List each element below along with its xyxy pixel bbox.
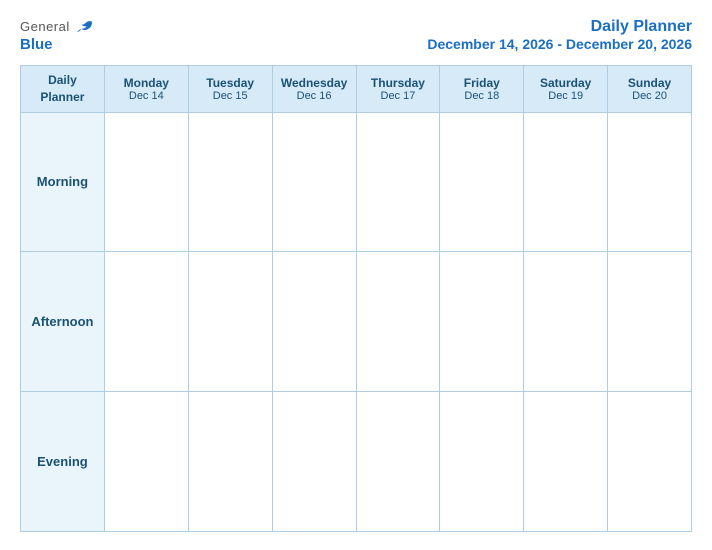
cell-saturday-evening[interactable] xyxy=(524,392,608,532)
cell-friday-afternoon[interactable] xyxy=(440,252,524,392)
logo-text: General xyxy=(20,18,94,36)
header-cell-label: DailyPlanner xyxy=(21,66,105,113)
header-cell-wednesday: Wednesday Dec 16 xyxy=(272,66,356,113)
cell-wednesday-afternoon[interactable] xyxy=(272,252,356,392)
row-label-morning: Morning xyxy=(21,112,105,252)
title-block: Daily Planner December 14, 2026 - Decemb… xyxy=(427,18,692,52)
cell-wednesday-morning[interactable] xyxy=(272,112,356,252)
cell-saturday-afternoon[interactable] xyxy=(524,252,608,392)
table-row-afternoon: Afternoon xyxy=(21,252,692,392)
cell-wednesday-evening[interactable] xyxy=(272,392,356,532)
header-cell-sunday: Sunday Dec 20 xyxy=(608,66,692,113)
table-row-evening: Evening xyxy=(21,392,692,532)
table-row-morning: Morning xyxy=(21,112,692,252)
cell-sunday-evening[interactable] xyxy=(608,392,692,532)
header-cell-friday: Friday Dec 18 xyxy=(440,66,524,113)
cell-thursday-evening[interactable] xyxy=(356,392,440,532)
header-cell-thursday: Thursday Dec 17 xyxy=(356,66,440,113)
cell-monday-afternoon[interactable] xyxy=(104,252,188,392)
cell-saturday-morning[interactable] xyxy=(524,112,608,252)
bird-icon xyxy=(76,20,94,34)
row-label-evening: Evening xyxy=(21,392,105,532)
cell-sunday-morning[interactable] xyxy=(608,112,692,252)
cell-monday-evening[interactable] xyxy=(104,392,188,532)
cell-tuesday-afternoon[interactable] xyxy=(188,252,272,392)
planner-table: DailyPlanner Monday Dec 14 Tuesday Dec 1… xyxy=(20,65,692,532)
cell-tuesday-morning[interactable] xyxy=(188,112,272,252)
cell-friday-evening[interactable] xyxy=(440,392,524,532)
header-cell-saturday: Saturday Dec 19 xyxy=(524,66,608,113)
logo-blue: Blue xyxy=(20,36,53,53)
logo-general: General xyxy=(20,19,70,34)
cell-friday-morning[interactable] xyxy=(440,112,524,252)
cell-thursday-afternoon[interactable] xyxy=(356,252,440,392)
page-title: Daily Planner xyxy=(427,18,692,36)
row-label-afternoon: Afternoon xyxy=(21,252,105,392)
table-header-row: DailyPlanner Monday Dec 14 Tuesday Dec 1… xyxy=(21,66,692,113)
cell-sunday-afternoon[interactable] xyxy=(608,252,692,392)
header-cell-monday: Monday Dec 14 xyxy=(104,66,188,113)
header-cell-tuesday: Tuesday Dec 15 xyxy=(188,66,272,113)
cell-thursday-morning[interactable] xyxy=(356,112,440,252)
logo: General Blue xyxy=(20,18,94,53)
cell-tuesday-evening[interactable] xyxy=(188,392,272,532)
page-subtitle: December 14, 2026 - December 20, 2026 xyxy=(427,36,692,52)
cell-monday-morning[interactable] xyxy=(104,112,188,252)
page-header: General Blue Daily Planner December 14, … xyxy=(20,18,692,53)
